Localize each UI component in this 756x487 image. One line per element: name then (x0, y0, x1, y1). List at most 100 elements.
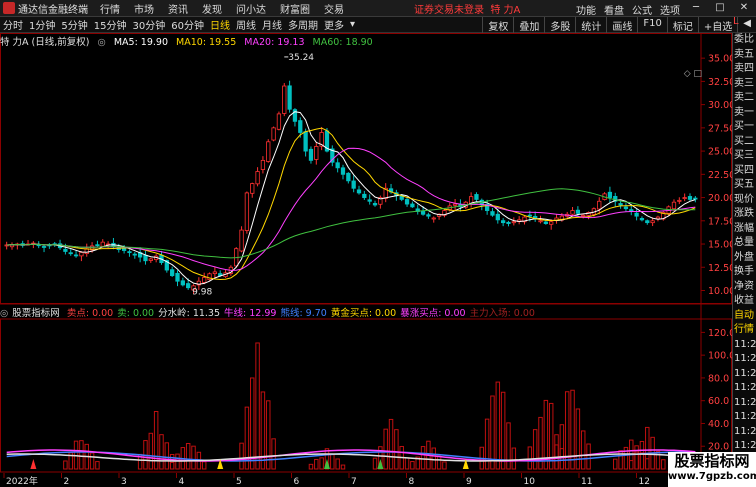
side-panel-item[interactable]: 换手 (733, 265, 756, 280)
period-5min[interactable]: 5分钟 (61, 17, 87, 32)
period-30min[interactable]: 30分钟 (132, 17, 165, 32)
menu-item-discover[interactable]: 发现 (202, 1, 222, 16)
tool-adjust-button[interactable]: 复权 (482, 17, 513, 33)
period-weekly[interactable]: 周线 (236, 17, 256, 32)
side-panel-item[interactable]: 自动 (733, 309, 756, 324)
side-panel-item[interactable]: 买五 (733, 178, 756, 193)
candle (511, 221, 516, 224)
candle (68, 252, 73, 255)
side-panel-item[interactable]: 11:2 (733, 338, 756, 353)
side-panel-item[interactable]: 买一 (733, 120, 756, 135)
candle (501, 220, 506, 224)
side-panel-item[interactable]: 净资 (733, 280, 756, 295)
menu-item-trade[interactable]: 交易 (324, 1, 344, 16)
side-panel-item[interactable]: 委比 (733, 33, 756, 48)
candle (538, 220, 543, 223)
period-more[interactable]: 更多 (324, 17, 344, 32)
menu-item-market[interactable]: 市场 (134, 1, 154, 16)
candle (303, 131, 308, 152)
candle (271, 127, 276, 141)
side-panel-item[interactable]: 卖三 (733, 77, 756, 92)
menu-item-view[interactable]: 看盘 (604, 2, 624, 17)
candle (148, 258, 153, 261)
period-60min[interactable]: 60分钟 (171, 17, 204, 32)
tool-mark-button[interactable]: 标记 (666, 17, 698, 33)
menu-item-news[interactable]: 资讯 (168, 1, 188, 16)
side-panel-item[interactable]: 11:2 (733, 410, 756, 425)
side-panel-item[interactable]: 11:2 (733, 425, 756, 440)
menu-item-market-quotes[interactable]: 行情 (100, 1, 120, 16)
indicator-bar (319, 457, 324, 470)
settings-circle-icon[interactable]: ◎ (98, 37, 106, 48)
price-tick-label: 12.50 (708, 263, 732, 274)
side-panel-item[interactable]: 11:2 (733, 381, 756, 396)
period-multi[interactable]: 多周期 (288, 17, 318, 32)
candle (250, 183, 255, 194)
tool-add-watchlist-button[interactable]: +自选 (697, 17, 737, 33)
side-panel-item[interactable]: 买三 (733, 149, 756, 164)
tool-multi-stock-button[interactable]: 多股 (544, 17, 575, 33)
side-panel-item[interactable]: 涨幅 (733, 222, 756, 237)
side-panel-label: L (733, 16, 739, 27)
candle (207, 273, 212, 281)
trade-login-warning[interactable]: 证券交易未登录 特 力A (414, 1, 520, 16)
period-15min[interactable]: 15分钟 (94, 17, 127, 32)
side-panel-item[interactable]: 行情 (733, 323, 756, 338)
candle (575, 209, 581, 214)
menu-item-function[interactable]: 功能 (576, 2, 596, 17)
square-icon[interactable]: □ (693, 69, 702, 79)
period-1min[interactable]: 1分钟 (29, 17, 55, 32)
side-panel-item[interactable]: 11:2 (733, 367, 756, 382)
indicator-bar (613, 458, 618, 470)
side-panel-item[interactable]: 11:2 (733, 396, 756, 411)
settings-circle-icon[interactable]: ◎ (0, 308, 8, 319)
menu-item-formula[interactable]: 公式 (632, 2, 652, 17)
tool-f10-button[interactable]: F10 (637, 17, 666, 33)
minimize-button[interactable]: ─ (688, 2, 704, 17)
menu-item-wealth-circle[interactable]: 财富圈 (280, 1, 310, 16)
side-panel-item[interactable]: 卖二 (733, 91, 756, 106)
maximize-button[interactable]: □ (712, 2, 728, 17)
candle (474, 194, 479, 200)
indicator-value-2: 分水岭: 11.35 (158, 308, 221, 319)
app-logo-icon (3, 2, 15, 14)
ma60-value: MA60: 18.90 (312, 37, 373, 48)
candle (655, 216, 661, 220)
chart-corner-icons: ◇ □ (684, 69, 702, 79)
indicator-bar (191, 445, 196, 470)
collapse-panel-button[interactable]: ◀ (737, 17, 756, 33)
period-monthly[interactable]: 月线 (262, 17, 282, 32)
chevron-down-icon[interactable]: ▾ (350, 19, 355, 30)
indicator-bar (436, 455, 442, 470)
side-panel-item[interactable]: 卖四 (733, 62, 756, 77)
tool-draw-button[interactable]: 画线 (606, 17, 637, 33)
indicator-bar (271, 438, 276, 470)
side-panel-item[interactable]: 总量 (733, 236, 756, 251)
indicator-bar (335, 458, 340, 470)
side-panel-item[interactable]: 买四 (733, 164, 756, 179)
diamond-icon[interactable]: ◇ (684, 69, 691, 79)
side-panel-item[interactable]: 11:2 (733, 352, 756, 367)
chart-area[interactable]: 35.00 32.50 30.00 27.50 25.00 22.50 20.00 17.50… (0, 33, 732, 487)
side-panel-item[interactable]: 买二 (733, 135, 756, 150)
date-label: 2 (64, 477, 70, 487)
candle (287, 85, 292, 110)
date-label: 10 (524, 477, 536, 487)
tool-overlay-button[interactable]: 叠加 (513, 17, 544, 33)
close-button[interactable]: ✕ (736, 2, 752, 17)
side-panel-item[interactable]: 外盘 (733, 251, 756, 266)
kline-chart-svg[interactable]: 35.00 32.50 30.00 27.50 25.00 22.50 20.00 17.50… (0, 33, 732, 487)
period-intraday[interactable]: 分时 (3, 17, 23, 32)
menu-item-options[interactable]: 选项 (660, 2, 680, 17)
side-panel-item[interactable]: 卖一 (733, 106, 756, 121)
side-panel-item[interactable]: 卖五 (733, 48, 756, 63)
side-panel-item[interactable]: 收益 (733, 294, 756, 309)
indicator-bar (388, 418, 394, 470)
side-panel-item[interactable]: 涨跌 (733, 207, 756, 222)
tool-stats-button[interactable]: 统计 (575, 17, 606, 33)
menu-item-ask[interactable]: 问小达 (236, 1, 266, 16)
period-daily[interactable]: 日线 (210, 17, 230, 32)
side-panel-item[interactable]: 现价 (733, 193, 756, 208)
indicator-bar (404, 457, 410, 470)
candle (212, 271, 218, 274)
